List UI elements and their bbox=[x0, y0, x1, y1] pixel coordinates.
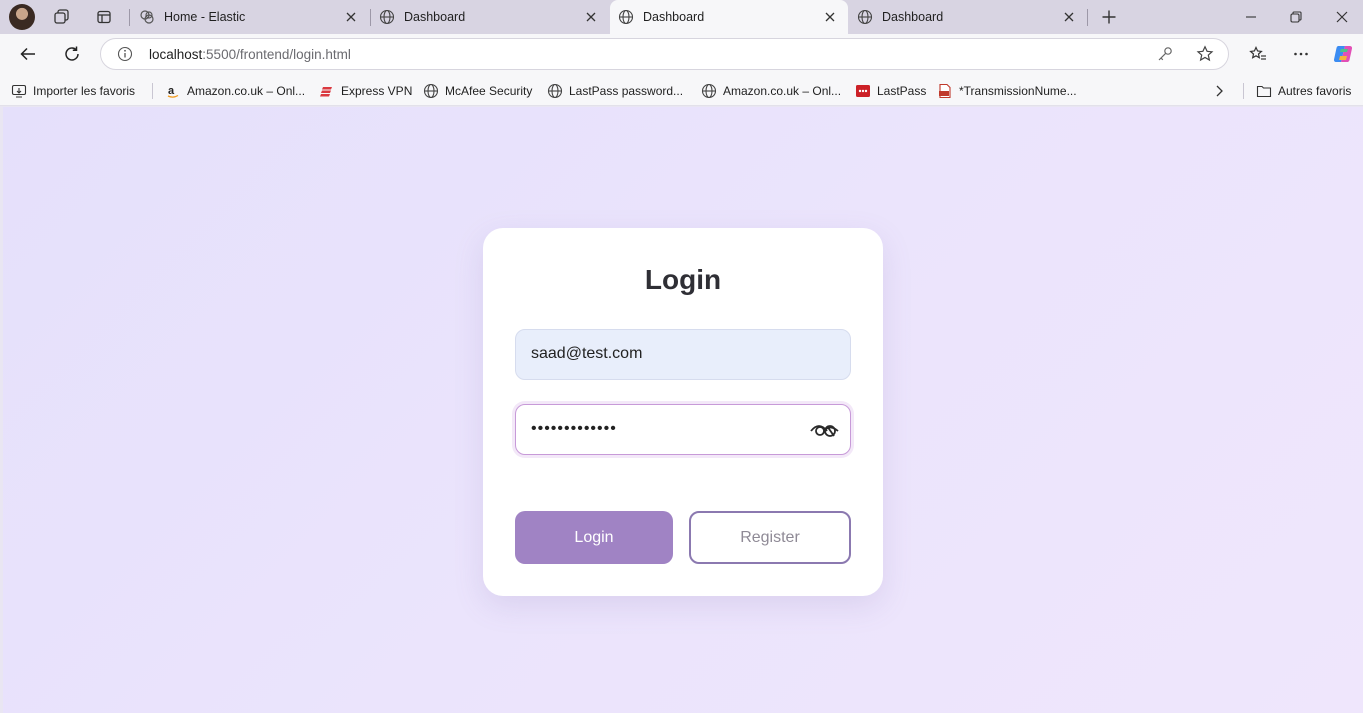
tab-strip: Home - Elastic Dashboard Dashboard Dashb… bbox=[0, 0, 1363, 34]
url-text: localhost:5500/frontend/login.html bbox=[149, 47, 351, 62]
page-title: Login bbox=[644, 264, 722, 295]
login-button[interactable]: Login bbox=[515, 511, 673, 564]
bookmark-label: Importer les favoris bbox=[33, 84, 136, 98]
bookmark-mcafee[interactable]: McAfee Security bbox=[423, 82, 532, 100]
new-tab-icon[interactable] bbox=[1097, 5, 1121, 29]
key-icon[interactable] bbox=[1156, 45, 1174, 63]
site-info-icon[interactable] bbox=[117, 46, 133, 62]
close-tab-icon[interactable] bbox=[583, 9, 599, 25]
pdf-icon bbox=[939, 83, 951, 99]
password-input[interactable] bbox=[531, 405, 811, 453]
close-tab-icon[interactable] bbox=[822, 9, 838, 25]
favorite-star-icon[interactable] bbox=[1196, 45, 1214, 63]
favorites-bar: Importer les favoris a Amazon.co.uk – On… bbox=[0, 74, 1363, 106]
password-field[interactable] bbox=[515, 404, 851, 455]
tab-home-elastic[interactable]: Home - Elastic bbox=[131, 0, 369, 34]
login-card: Login Login Register bbox=[483, 228, 883, 596]
bookmark-label: Amazon.co.uk – Onl... bbox=[723, 84, 842, 98]
bookmark-transmission[interactable]: *TransmissionNume... bbox=[937, 82, 1077, 100]
import-icon bbox=[11, 84, 27, 98]
lastpass-icon bbox=[856, 85, 870, 97]
bookmark-expressvpn[interactable]: Express VPN bbox=[319, 82, 412, 100]
url-host: localhost bbox=[149, 47, 203, 62]
minimize-icon[interactable] bbox=[1228, 0, 1274, 34]
amazon-icon: a bbox=[167, 85, 179, 98]
bookmark-lastpass[interactable]: LastPass bbox=[855, 82, 926, 100]
tab-title: Dashboard bbox=[643, 10, 705, 24]
bookmark-amazon-2[interactable]: Amazon.co.uk – Onl... bbox=[701, 82, 841, 100]
bookmark-lastpass-password[interactable]: LastPass password... bbox=[547, 82, 683, 100]
bookmark-label: McAfee Security bbox=[445, 84, 533, 98]
restore-icon[interactable] bbox=[1273, 0, 1319, 34]
bookmark-label: Amazon.co.uk – Onl... bbox=[187, 84, 306, 98]
tab-actions-icon[interactable] bbox=[92, 5, 116, 29]
bookmark-amazon-1[interactable]: a Amazon.co.uk – Onl... bbox=[165, 82, 305, 100]
more-menu-icon[interactable] bbox=[1286, 40, 1316, 68]
expressvpn-icon bbox=[320, 87, 332, 97]
folder-icon bbox=[1256, 85, 1272, 98]
tab-title: Dashboard bbox=[404, 10, 466, 24]
register-button[interactable]: Register bbox=[689, 511, 851, 564]
bookmark-label: LastPass bbox=[877, 84, 927, 98]
copilot-icon[interactable] bbox=[1328, 40, 1358, 68]
globe-icon bbox=[423, 83, 439, 99]
url-path: :5500/frontend/login.html bbox=[202, 47, 351, 62]
email-input[interactable] bbox=[531, 330, 811, 378]
globe-icon bbox=[618, 9, 634, 25]
bookmark-label: Express VPN bbox=[341, 84, 413, 98]
address-bar[interactable]: localhost:5500/frontend/login.html bbox=[100, 38, 1229, 70]
globe-icon bbox=[857, 9, 873, 25]
close-tab-icon[interactable] bbox=[343, 9, 359, 25]
browser-toolbar: localhost:5500/frontend/login.html bbox=[0, 34, 1363, 74]
tab-title: Home - Elastic bbox=[164, 10, 246, 24]
bookmarks-overflow-chevron-icon[interactable] bbox=[1211, 82, 1227, 100]
toggle-password-visibility-icon[interactable] bbox=[810, 418, 840, 440]
tab-dashboard-1[interactable]: Dashboard bbox=[371, 0, 609, 34]
bookmark-label: Autres favoris bbox=[1278, 84, 1352, 98]
elastic-icon bbox=[140, 10, 154, 24]
reload-icon[interactable] bbox=[57, 40, 87, 68]
favorites-icon[interactable] bbox=[1243, 40, 1273, 68]
globe-icon bbox=[379, 9, 395, 25]
email-field[interactable] bbox=[515, 329, 851, 380]
globe-icon bbox=[547, 83, 563, 99]
tab-dashboard-active[interactable]: Dashboard bbox=[610, 0, 848, 34]
profile-avatar[interactable] bbox=[9, 4, 35, 30]
other-favorites[interactable]: Autres favoris bbox=[1256, 82, 1351, 100]
svg-text:a: a bbox=[168, 85, 175, 97]
globe-icon bbox=[701, 83, 717, 99]
page-viewport: Login Login Register bbox=[3, 107, 1363, 713]
tab-dashboard-3[interactable]: Dashboard bbox=[849, 0, 1087, 34]
tab-title: Dashboard bbox=[882, 10, 944, 24]
bookmark-label: LastPass password... bbox=[569, 84, 684, 98]
bookmark-label: *TransmissionNume... bbox=[959, 84, 1077, 98]
close-tab-icon[interactable] bbox=[1061, 9, 1077, 25]
workspaces-icon[interactable] bbox=[50, 5, 74, 29]
close-window-icon[interactable] bbox=[1319, 0, 1363, 34]
import-favorites[interactable]: Importer les favoris bbox=[11, 82, 135, 100]
back-icon[interactable] bbox=[13, 40, 43, 68]
